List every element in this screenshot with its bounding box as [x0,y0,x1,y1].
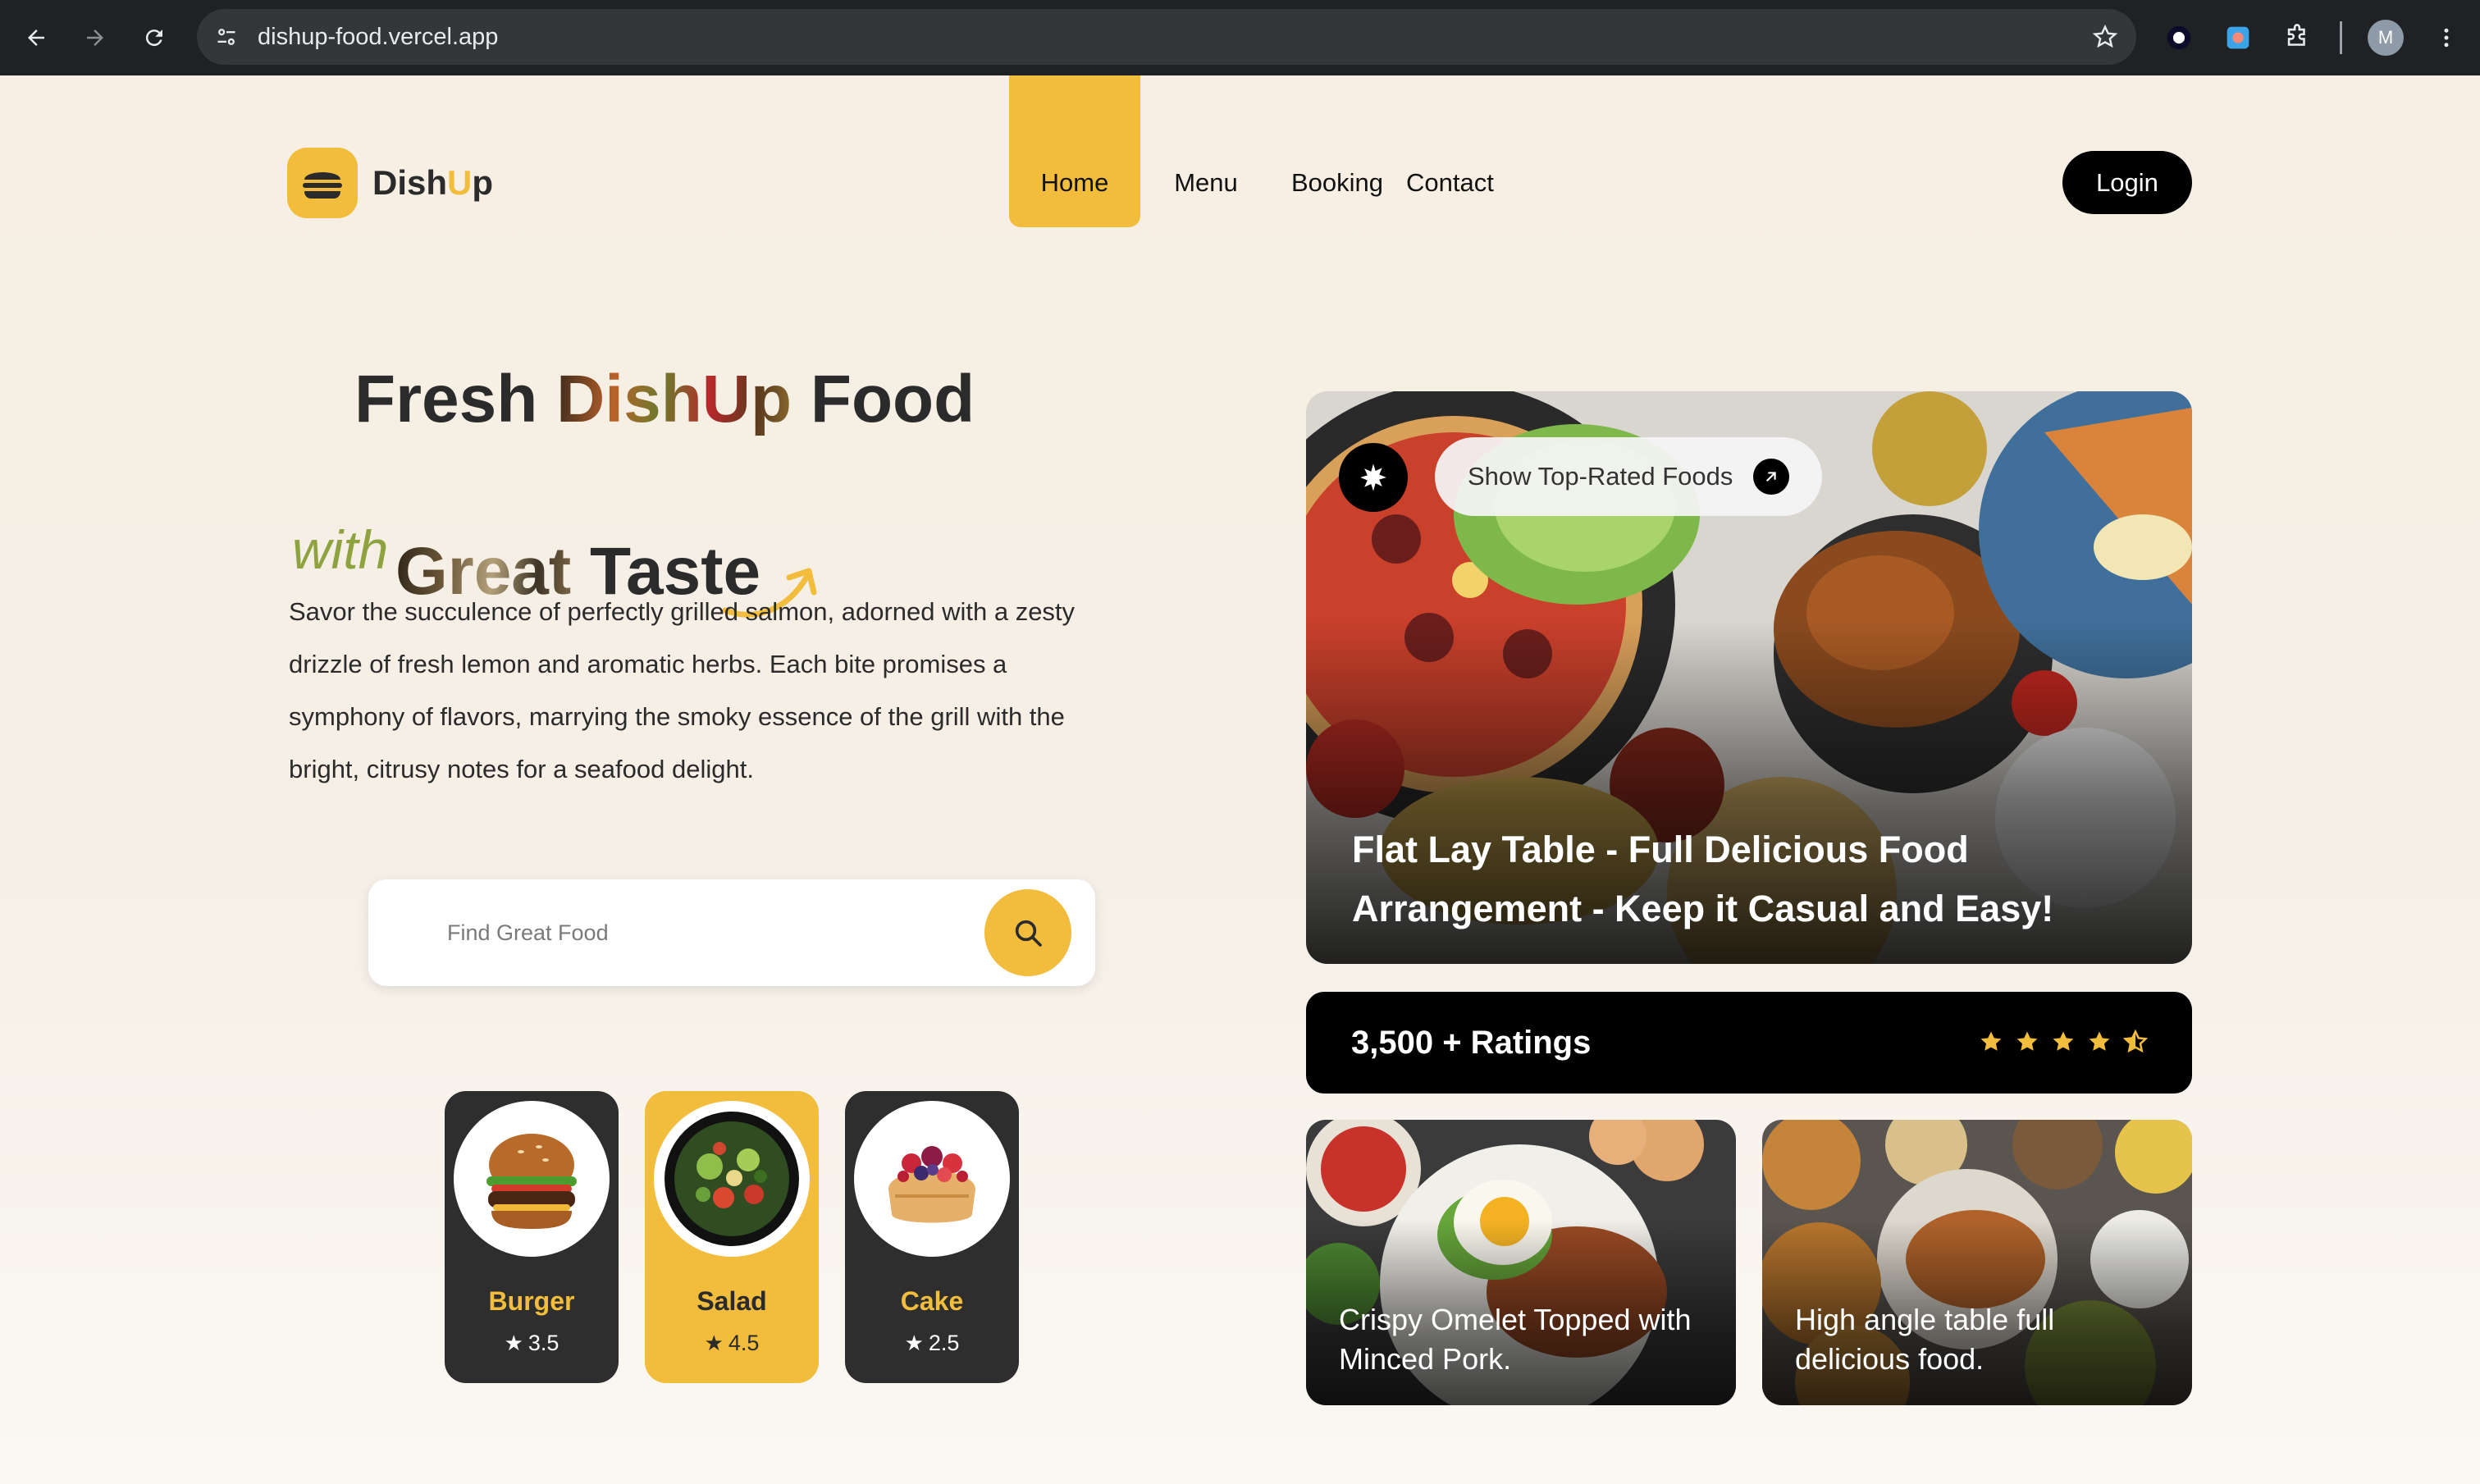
extensions-puzzle-icon[interactable] [2277,18,2317,57]
burger-photo [454,1101,610,1257]
category-card-burger[interactable]: Burger ★ 3.5 [445,1091,619,1383]
food-card-title: High angle table full delicious food. [1795,1303,2055,1376]
extension-dark-icon[interactable] [2159,18,2199,57]
food-card-omelet[interactable]: Crispy Omelet Topped with Minced Pork. [1306,1120,1736,1405]
hero-with-word: with [292,519,389,580]
reload-button[interactable] [135,18,174,57]
star-icon [1980,1031,2002,1051]
category-card-cake[interactable]: Cake ★ 2.5 [845,1091,1019,1383]
search-input[interactable] [447,911,939,955]
category-rating: ★ 4.5 [704,1331,760,1355]
star-icon: ★ [704,1331,724,1355]
star-icon [2016,1031,2038,1051]
half-star-icon [2123,1030,2148,1053]
nav-contact[interactable]: Contact [1403,75,1509,227]
logo-wordmark: DishUp [372,163,494,202]
featured-food-card[interactable]: Show Top-Rated Foods Flat Lay Table - Fu… [1306,391,2192,964]
main-nav: Home Menu Booking Contact [1009,75,1509,227]
star-icon: ★ [904,1331,924,1355]
page: DishUp Home Menu Booking Contact Login F… [0,75,2480,1484]
toolbar-divider [2340,21,2342,54]
category-rating: ★ 2.5 [904,1331,960,1355]
star-icon [2053,1031,2074,1051]
food-card-title: Crispy Omelet Topped with Minced Pork. [1339,1303,1692,1376]
sparkle-badge-icon [1339,443,1408,512]
star-icon: ★ [504,1331,523,1355]
nav-home[interactable]: Home [1009,75,1140,227]
browser-toolbar: dishup-food.vercel.app M [0,0,2480,75]
nav-booking[interactable]: Booking [1272,75,1403,227]
category-name: Burger [488,1286,575,1316]
cake-photo [854,1101,1010,1257]
login-button[interactable]: Login [2062,151,2192,214]
salad-photo [654,1101,810,1257]
reload-icon [145,30,162,47]
nav-menu[interactable]: Menu [1140,75,1272,227]
site-info-icon[interactable] [215,25,238,48]
show-top-rated-label: Show Top-Rated Foods [1468,462,1733,491]
back-button[interactable] [16,18,56,57]
hero-title: Fresh DishUp Food [354,362,975,436]
category-name: Cake [900,1286,964,1316]
address-bar[interactable]: dishup-food.vercel.app [197,9,2136,65]
url-text: dishup-food.vercel.app [258,24,499,50]
featured-food-title: Flat Lay Table - Full Delicious Food Arr… [1352,829,2054,929]
arrow-up-right-icon [1753,459,1789,495]
category-rating: ★ 3.5 [504,1331,559,1355]
forward-button[interactable] [75,18,115,57]
site-logo[interactable]: DishUp [287,148,493,218]
kebab-menu-icon [2444,28,2449,48]
browser-menu-button[interactable] [2427,18,2466,57]
food-card-table[interactable]: High angle table full delicious food. [1762,1120,2192,1405]
show-top-rated-button[interactable]: Show Top-Rated Foods [1435,437,1822,516]
category-name: Salad [697,1286,767,1316]
hero-description: Savor the succulence of perfectly grille… [289,597,1076,783]
profile-avatar[interactable]: M [2368,20,2404,56]
ratings-count: 3,500 + Ratings [1351,1025,1592,1061]
bookmark-star-icon[interactable] [2092,24,2118,50]
search-icon [1015,920,1042,947]
hero-title-image-word: DishUp [556,362,792,436]
burger-logo-icon [287,148,358,218]
search-button[interactable] [984,889,1071,976]
category-card-salad[interactable]: Salad ★ 4.5 [645,1091,819,1383]
extension-blue-icon[interactable] [2218,18,2258,57]
food-search-box [368,879,1095,986]
star-icon [2089,1031,2110,1051]
back-arrow-icon [28,30,44,46]
forward-arrow-icon [87,30,103,46]
